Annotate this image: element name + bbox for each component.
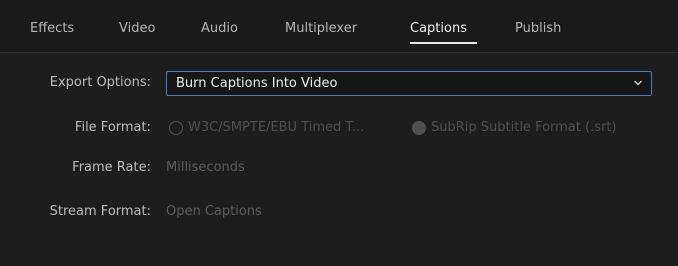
chevron-down-icon [634,80,642,86]
export-options-dropdown[interactable]: Burn Captions Into Video [166,71,652,96]
file-format-option-srt[interactable]: SubRip Subtitle Format (.srt) [412,120,662,138]
tab-multiplexer[interactable]: Multiplexer [285,21,357,37]
tab-captions[interactable]: Captions [410,21,467,37]
captions-panel: Effects Video Audio Multiplexer Captions… [0,0,678,266]
frame-rate-value: Milliseconds [166,160,245,175]
tab-audio[interactable]: Audio [201,21,238,37]
stream-format-value: Open Captions [166,204,262,219]
stream-format-label: Stream Format: [49,204,151,219]
export-options-selected-value: Burn Captions Into Video [176,76,338,91]
file-format-label: File Format: [74,120,151,135]
active-tab-indicator [410,42,477,44]
tab-publish[interactable]: Publish [515,21,561,37]
file-format-option-srt-label: SubRip Subtitle Format (.srt) [431,120,617,135]
export-options-label: Export Options: [49,75,151,90]
tab-video[interactable]: Video [119,21,155,37]
radio-selected-icon [412,121,426,135]
radio-unselected-icon [169,121,183,135]
frame-rate-label: Frame Rate: [72,160,151,175]
tab-effects[interactable]: Effects [30,21,74,37]
file-format-option-timed-text[interactable]: W3C/SMPTE/EBU Timed T... [169,120,404,138]
file-format-option-timed-text-label: W3C/SMPTE/EBU Timed T... [188,120,365,135]
tab-bar: Effects Video Audio Multiplexer Captions… [0,0,678,53]
